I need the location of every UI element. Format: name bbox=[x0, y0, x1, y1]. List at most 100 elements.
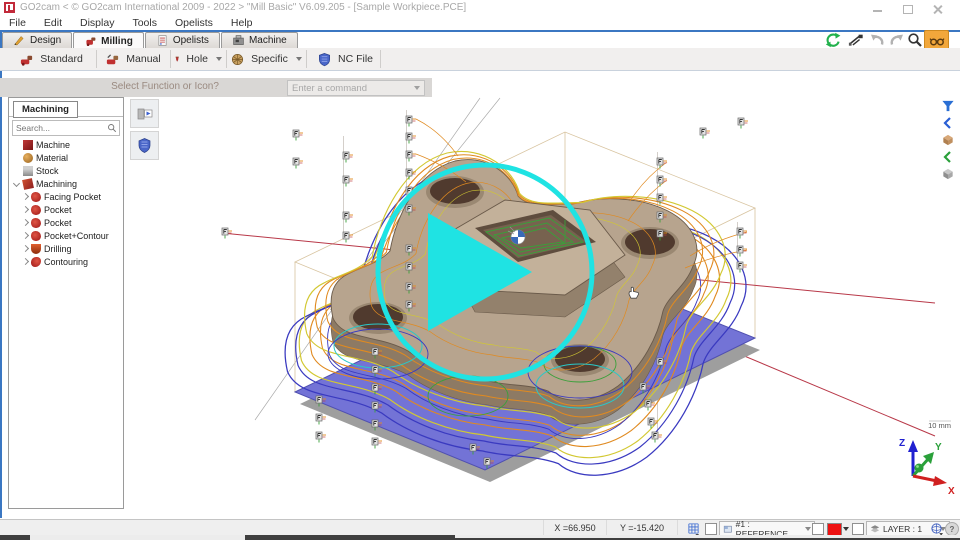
design-tab-icon bbox=[13, 34, 26, 47]
search-input[interactable] bbox=[13, 123, 107, 133]
pocket-icon bbox=[31, 205, 41, 215]
tree-item-contouring[interactable]: Contouring bbox=[9, 255, 123, 268]
machining-icon bbox=[22, 178, 34, 190]
axis-y-label: Y bbox=[935, 442, 942, 453]
simulation-icon bbox=[136, 105, 153, 122]
go2cam-logo bbox=[4, 2, 15, 13]
part-solid-icon[interactable] bbox=[940, 132, 956, 147]
search-icon bbox=[107, 123, 117, 133]
maximize-icon[interactable] bbox=[898, 4, 918, 14]
tree-item-pocket-2[interactable]: Pocket bbox=[9, 216, 123, 229]
menu-tools[interactable]: Tools bbox=[123, 17, 166, 29]
toolbar-standard-button[interactable]: Standard bbox=[8, 48, 94, 70]
reference-checkbox[interactable] bbox=[705, 523, 717, 535]
color-checkbox[interactable] bbox=[812, 523, 824, 535]
specific-dropdown-caret[interactable] bbox=[296, 57, 302, 61]
reference-plane-icon bbox=[723, 524, 733, 534]
specific-icon bbox=[230, 52, 245, 67]
expander-icon[interactable] bbox=[21, 206, 29, 214]
hole-icon bbox=[174, 52, 180, 67]
minimize-icon[interactable] bbox=[868, 4, 888, 14]
close-icon[interactable] bbox=[928, 4, 948, 14]
expander-open-icon[interactable] bbox=[13, 180, 21, 188]
command-combobox[interactable]: Enter a command bbox=[287, 80, 425, 96]
simulation-button[interactable] bbox=[130, 99, 159, 128]
axis-triad: 10 mm Z Y X bbox=[885, 418, 959, 496]
help-icon[interactable]: ? bbox=[945, 522, 959, 536]
prev-green-icon[interactable] bbox=[940, 149, 956, 164]
viewport-3d-scene[interactable] bbox=[125, 96, 937, 518]
redo-icon[interactable] bbox=[888, 31, 906, 49]
pocket-contour-icon bbox=[31, 231, 41, 241]
expander-icon[interactable] bbox=[21, 245, 29, 253]
manual-icon bbox=[105, 52, 120, 67]
prompt-bar: Select Function or Icon? Enter a command bbox=[0, 78, 432, 97]
ribbon-toolbar: Standard Manual Hole Specific NC File bbox=[0, 48, 960, 71]
undo-icon[interactable] bbox=[868, 31, 886, 49]
tab-milling[interactable]: Milling bbox=[73, 32, 144, 49]
grid-icon[interactable] bbox=[684, 521, 702, 535]
tab-machine[interactable]: Machine bbox=[221, 32, 298, 48]
tree-item-facing-pocket[interactable]: Facing Pocket bbox=[9, 190, 123, 203]
toolbar-manual-button[interactable]: Manual bbox=[100, 48, 166, 70]
toolbar-ncfile-button[interactable]: NC File bbox=[310, 48, 380, 70]
menu-help[interactable]: Help bbox=[222, 17, 262, 29]
expander-icon[interactable] bbox=[21, 219, 29, 227]
tab-machining-panel[interactable]: Machining bbox=[13, 101, 78, 118]
coord-x: X =66.950 bbox=[543, 520, 607, 536]
tree-item-machining[interactable]: Machining bbox=[9, 177, 123, 190]
standard-icon bbox=[19, 52, 34, 67]
machine-tab-icon bbox=[232, 34, 245, 47]
hole-dropdown-caret[interactable] bbox=[216, 57, 222, 61]
axis-z-label: Z bbox=[899, 438, 905, 449]
expander-icon[interactable] bbox=[21, 232, 29, 240]
chevron-down-icon bbox=[805, 527, 811, 531]
facing-pocket-icon bbox=[31, 192, 41, 202]
machining-tree: Machine Material Stock Machining Facing … bbox=[9, 138, 123, 268]
world-icon[interactable] bbox=[928, 521, 944, 535]
ncfile-icon bbox=[317, 52, 332, 67]
sync-icon[interactable] bbox=[824, 31, 842, 49]
layer-checkbox[interactable] bbox=[852, 523, 864, 535]
tree-item-pocket-1[interactable]: Pocket bbox=[9, 203, 123, 216]
menu-edit[interactable]: Edit bbox=[35, 17, 71, 29]
tree-item-pocket-contour[interactable]: Pocket+Contour bbox=[9, 229, 123, 242]
machining-panel: Machining Machine Material Stock Machini… bbox=[8, 97, 124, 509]
contouring-icon bbox=[31, 257, 41, 267]
tree-item-machine[interactable]: Machine bbox=[9, 138, 123, 151]
milling-tab-icon bbox=[84, 35, 97, 48]
menu-opelists[interactable]: Opelists bbox=[166, 17, 222, 29]
tree-item-material[interactable]: Material bbox=[9, 151, 123, 164]
color-dropdown-caret[interactable] bbox=[843, 527, 849, 531]
right-toolbar bbox=[938, 98, 958, 181]
layer-icon bbox=[870, 524, 880, 534]
expander-icon[interactable] bbox=[21, 193, 29, 201]
stock-solid-icon[interactable] bbox=[940, 166, 956, 181]
coord-y: Y =-15.420 bbox=[606, 520, 678, 536]
chevron-down-icon bbox=[414, 86, 420, 90]
prev-blue-icon[interactable] bbox=[940, 115, 956, 130]
stock-icon bbox=[23, 166, 33, 176]
toolbar-specific-button[interactable]: Specific bbox=[230, 48, 302, 70]
go2cam-window: GO2cam < © GO2cam International 2009 - 2… bbox=[0, 0, 960, 540]
menu-display[interactable]: Display bbox=[71, 17, 123, 29]
tab-design[interactable]: Design bbox=[2, 32, 72, 48]
strategy-shield-button[interactable] bbox=[130, 131, 159, 160]
expander-icon[interactable] bbox=[21, 258, 29, 266]
menubar: File Edit Display Tools Opelists Help bbox=[0, 16, 960, 30]
tree-item-drilling[interactable]: Drilling bbox=[9, 242, 123, 255]
reference-combobox[interactable]: #1 : REFERENCE bbox=[719, 521, 815, 536]
search-box[interactable] bbox=[12, 120, 120, 136]
caliper-icon[interactable] bbox=[845, 31, 867, 49]
pocket-icon bbox=[31, 218, 41, 228]
shield-icon bbox=[136, 137, 153, 154]
zoom-icon[interactable] bbox=[906, 31, 924, 49]
tree-item-stock[interactable]: Stock bbox=[9, 164, 123, 177]
filter-icon[interactable] bbox=[940, 98, 956, 113]
bottom-strip bbox=[0, 535, 960, 540]
menu-file[interactable]: File bbox=[0, 17, 35, 29]
machine-icon bbox=[23, 140, 33, 150]
tab-opelists[interactable]: Opelists bbox=[145, 32, 220, 48]
titlebar: GO2cam < © GO2cam International 2009 - 2… bbox=[0, 0, 960, 16]
toolbar-hole-button[interactable]: Hole bbox=[174, 48, 222, 70]
